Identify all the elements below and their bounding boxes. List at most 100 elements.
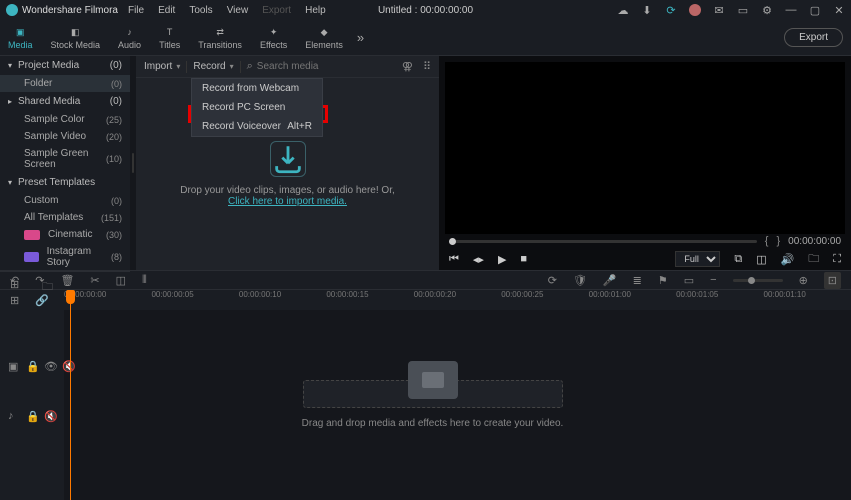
sidebar-item-instagram[interactable]: Instagram Story(8) — [0, 243, 130, 271]
audio-icon: ♪ — [122, 25, 138, 39]
sidebar-item-custom[interactable]: Custom(0) — [0, 192, 130, 209]
timeline-drop-zone[interactable]: Drag and drop media and effects here to … — [184, 380, 681, 429]
undo-icon[interactable]: ↶ — [10, 274, 19, 287]
tab-media[interactable]: ▣Media — [8, 25, 33, 50]
video-track-icon[interactable]: ▣ — [8, 360, 18, 370]
fullscreen-icon[interactable]: ⛶ — [833, 253, 841, 266]
sidebar-project-label: Project Media — [18, 60, 79, 71]
import-icon[interactable] — [270, 141, 306, 177]
tick: 00:00:00:20 — [414, 290, 501, 310]
sync-icon[interactable]: ⟳ — [665, 4, 677, 16]
mute-icon[interactable]: 🔇 — [44, 410, 54, 420]
link-icon[interactable]: 🔗 — [35, 294, 49, 307]
tab-effects[interactable]: ✦Effects — [260, 25, 287, 50]
lock-icon[interactable]: 🔒 — [26, 410, 36, 420]
titlebar: Wondershare Filmora File Edit Tools View… — [0, 0, 851, 20]
tab-audio[interactable]: ♪Audio — [118, 25, 141, 50]
record-menu-voiceover[interactable]: Record VoiceoverAlt+R — [192, 117, 322, 136]
more-tabs-icon[interactable]: » — [357, 30, 364, 45]
export-button[interactable]: Export — [784, 28, 843, 47]
snapshot-icon[interactable]: ⧉ — [734, 253, 742, 266]
sidebar-item-folder[interactable]: Folder(0) — [0, 75, 130, 92]
mixer-icon[interactable]: ≣ — [633, 274, 642, 287]
zoom-in-icon[interactable]: ⊕ — [799, 274, 808, 287]
record-vo-icon[interactable]: 🛡 — [573, 274, 587, 287]
cinematic-badge-icon — [24, 230, 40, 240]
tab-elements[interactable]: ◆Elements — [305, 25, 343, 50]
tab-transitions[interactable]: ⇄Transitions — [198, 25, 242, 50]
sidebar-item-sample-color[interactable]: Sample Color(25) — [0, 111, 130, 128]
preview-canvas[interactable] — [445, 62, 845, 234]
record-dropdown[interactable]: Record▾ — [193, 61, 233, 72]
close-icon[interactable]: ✕ — [833, 4, 845, 16]
sidebar-shared-media[interactable]: ▸Shared Media(0) — [0, 92, 130, 111]
tick: 00:00:00:05 — [151, 290, 238, 310]
grid-view-icon[interactable]: ⠿ — [423, 60, 431, 73]
zoom-out-icon[interactable]: − — [710, 274, 716, 286]
menu-view[interactable]: View — [227, 5, 249, 16]
sidebar-item-sample-green[interactable]: Sample Green Screen(10) — [0, 145, 130, 173]
tab-titles[interactable]: TTitles — [159, 25, 180, 50]
track-manage-icon[interactable]: ⊞ — [10, 294, 19, 307]
sidebar-item-all-templates[interactable]: All Templates(151) — [0, 209, 130, 226]
elements-icon: ◆ — [316, 25, 332, 39]
split-icon[interactable]: ✂ — [90, 274, 99, 287]
playhead[interactable] — [70, 290, 71, 500]
zoom-slider[interactable] — [733, 279, 783, 282]
search-box[interactable]: ⌕ — [247, 60, 396, 73]
notification-icon[interactable]: ▭ — [737, 4, 749, 16]
sidebar-preset-templates[interactable]: ▾Preset Templates — [0, 173, 130, 192]
menu-help[interactable]: Help — [305, 5, 326, 16]
volume-icon[interactable]: 🔊 — [781, 253, 795, 266]
timeline-tracks[interactable]: Drag and drop media and effects here to … — [64, 310, 851, 500]
drop-link[interactable]: Click here to import media. — [228, 196, 347, 207]
search-input[interactable] — [257, 61, 396, 72]
mark-in-icon[interactable]: { — [765, 235, 769, 247]
quality-select[interactable]: Full — [675, 251, 720, 267]
tab-stock-media[interactable]: ◧Stock Media — [51, 25, 101, 50]
zoom-fit-icon[interactable]: ⊡ — [824, 272, 841, 289]
message-icon[interactable]: ✉ — [713, 4, 725, 16]
sidebar-instagram-label: Instagram Story — [47, 246, 111, 268]
sidebar-item-sample-video[interactable]: Sample Video(20) — [0, 128, 130, 145]
search-icon: ⌕ — [247, 60, 253, 73]
crop-icon[interactable]: ◫ — [116, 274, 126, 287]
ratio-icon[interactable]: ◫ — [756, 253, 766, 266]
step-back-icon[interactable]: ◂▸ — [473, 253, 484, 266]
maximize-icon[interactable]: ▢ — [809, 4, 821, 16]
mark-out-icon[interactable]: } — [776, 235, 780, 247]
main-menu: File Edit Tools View Export Help — [128, 5, 326, 16]
cloud-icon[interactable]: ☁ — [617, 4, 629, 16]
import-dropdown[interactable]: Import▾ — [144, 61, 180, 72]
menu-file[interactable]: File — [128, 5, 144, 16]
delete-icon[interactable]: 🗑 — [60, 274, 74, 287]
tab-stock-label: Stock Media — [51, 40, 101, 50]
sidebar-project-media[interactable]: ▾Project Media(0) — [0, 56, 130, 75]
media-bar: Import▾ Record▾ ⌕ ⚢ ⠿ — [136, 56, 439, 78]
menu-tools[interactable]: Tools — [189, 5, 212, 16]
stop-icon[interactable]: ■ — [520, 253, 527, 265]
audio-track-icon[interactable]: ♪ — [8, 410, 18, 420]
record-menu-webcam[interactable]: Record from Webcam — [192, 79, 322, 98]
timeline-ruler[interactable]: 00:00:00:00 00:00:00:05 00:00:00:10 00:0… — [0, 290, 851, 310]
play-icon[interactable]: ▶ — [498, 253, 506, 266]
download-icon[interactable]: ⬇ — [641, 4, 653, 16]
settings-icon[interactable]: ⚙ — [761, 4, 773, 16]
marker-icon[interactable]: 🗀 — [808, 250, 819, 269]
keyframe-icon[interactable]: ▭ — [684, 274, 694, 287]
filter-icon[interactable]: ⚢ — [402, 60, 413, 73]
edit-tools-icon[interactable]: ⦀ — [142, 274, 147, 287]
minimize-icon[interactable]: — — [785, 4, 797, 16]
eye-icon[interactable]: 👁 — [44, 360, 54, 370]
prev-frame-icon[interactable]: ⏮ — [449, 253, 459, 266]
redo-icon[interactable]: ↷ — [35, 274, 44, 287]
scrub-track[interactable] — [449, 240, 757, 243]
record-menu-screen[interactable]: Record PC Screen — [192, 98, 322, 117]
account-icon[interactable] — [689, 4, 701, 16]
mic-icon[interactable]: 🎤 — [603, 274, 617, 287]
marker-tool-icon[interactable]: ⚑ — [658, 274, 668, 287]
menu-edit[interactable]: Edit — [158, 5, 175, 16]
lock-icon[interactable]: 🔒 — [26, 360, 36, 370]
sidebar-item-cinematic[interactable]: Cinematic(30) — [0, 226, 130, 243]
render-icon[interactable]: ⟳ — [548, 274, 557, 287]
